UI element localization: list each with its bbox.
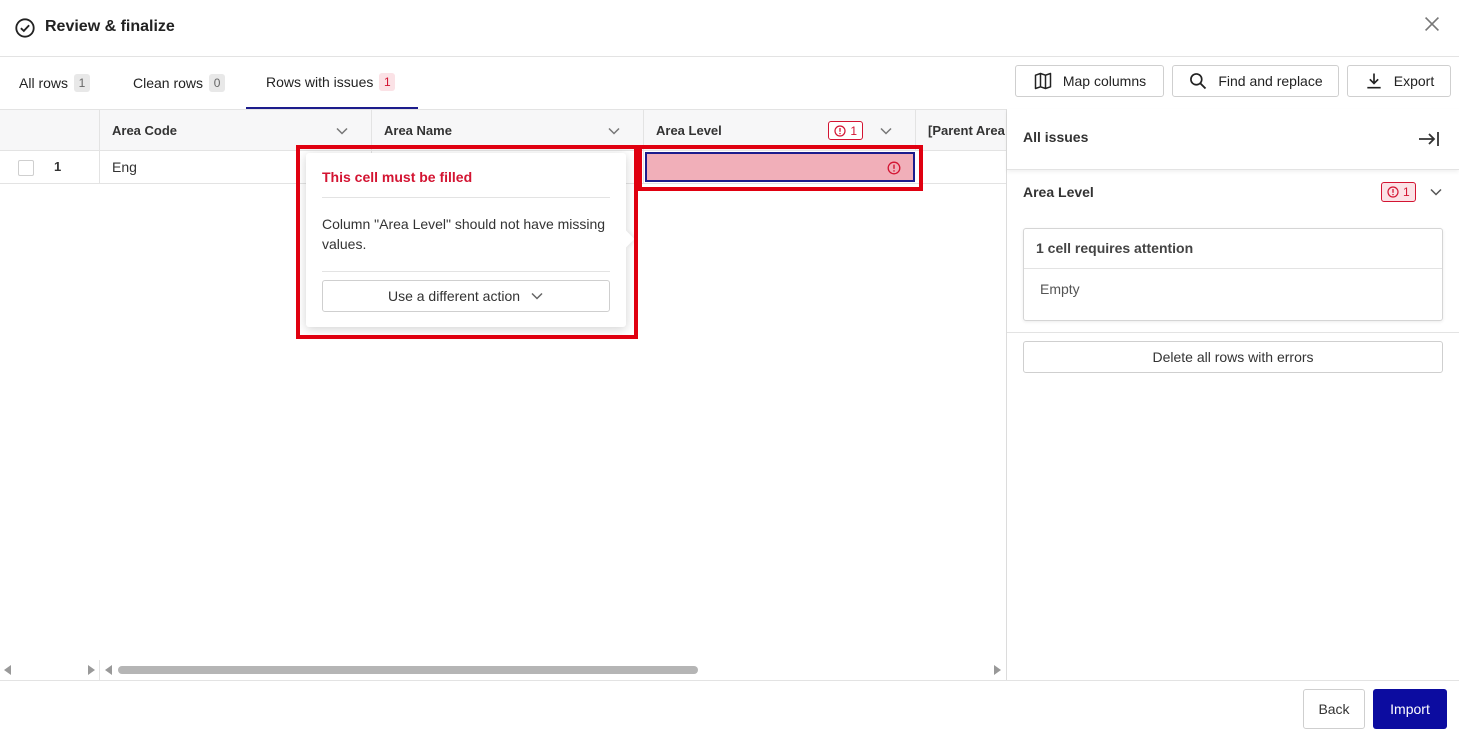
chevron-down-icon	[531, 292, 543, 300]
column-header-label: [Parent Area C	[928, 123, 1006, 138]
tab-bar: All rows 1 Clean rows 0 Rows with issues…	[0, 57, 1005, 109]
issue-card[interactable]: 1 cell requires attention Empty	[1023, 228, 1443, 321]
delete-error-rows-button[interactable]: Delete all rows with errors	[1023, 341, 1443, 373]
scrollbar-thumb[interactable]	[118, 666, 698, 674]
tab-count-badge: 1	[74, 74, 91, 92]
import-button[interactable]: Import	[1373, 689, 1447, 729]
scroll-right-arrow-icon[interactable]	[88, 665, 95, 675]
export-button[interactable]: Export	[1347, 65, 1451, 97]
export-label: Export	[1393, 73, 1435, 89]
column-header-label: Area Level	[656, 123, 722, 138]
back-button[interactable]: Back	[1303, 689, 1365, 729]
issues-panel-title: All issues	[1023, 129, 1089, 145]
column-error-count: 1	[850, 123, 857, 138]
column-header-area-code[interactable]: Area Code	[100, 110, 372, 151]
divider	[322, 197, 610, 198]
divider	[322, 271, 610, 272]
row-checkbox[interactable]	[18, 160, 34, 176]
row-select-cell: 1	[0, 151, 100, 183]
chevron-down-icon[interactable]	[335, 124, 349, 138]
issue-count: 1	[1403, 185, 1410, 199]
row-number: 1	[54, 159, 62, 174]
chevron-down-icon[interactable]	[879, 124, 893, 138]
error-icon	[1387, 186, 1399, 198]
issues-panel: All issues Area Level 1 1 cell requires …	[1007, 109, 1459, 680]
tab-label: Rows with issues	[266, 74, 374, 90]
dialog-title: Review & finalize	[45, 18, 175, 35]
header-select-column	[0, 110, 100, 151]
search-icon	[1190, 73, 1207, 90]
find-replace-button[interactable]: Find and replace	[1172, 65, 1339, 97]
column-header-label: Area Code	[112, 123, 178, 138]
cell-error-popover: This cell must be filled Column "Area Le…	[306, 153, 635, 327]
grid-header: Area Code Area Name Area Level 1 [Parent…	[0, 110, 1006, 151]
chevron-down-icon[interactable]	[1429, 185, 1443, 199]
error-icon	[834, 124, 846, 137]
chevron-down-icon[interactable]	[607, 124, 621, 138]
map-icon	[1034, 72, 1052, 90]
frozen-scroll-area	[0, 660, 100, 680]
tab-clean-rows[interactable]: Clean rows 0	[133, 57, 226, 109]
popover-message: Column "Area Level" should not have miss…	[322, 216, 606, 252]
download-icon	[1367, 73, 1381, 89]
action-label: Use a different action	[387, 288, 521, 304]
issue-count-badge: 1	[1381, 182, 1416, 202]
tab-label: Clean rows	[133, 75, 204, 91]
column-header-label: Area Name	[384, 123, 452, 138]
tab-label: All rows	[19, 75, 69, 91]
cell-area-level-error[interactable]	[645, 152, 915, 182]
check-circle-icon	[15, 18, 35, 38]
close-icon[interactable]	[1421, 13, 1443, 35]
scroll-left-arrow-icon[interactable]	[4, 665, 11, 675]
tab-count-badge: 1	[379, 73, 396, 91]
issues-panel-header: All issues	[1007, 109, 1459, 170]
map-columns-button[interactable]: Map columns	[1015, 65, 1164, 97]
find-replace-label: Find and replace	[1218, 73, 1323, 89]
issue-group-area-level: Area Level 1 1 cell requires attention E…	[1007, 171, 1459, 333]
tab-rows-with-issues[interactable]: Rows with issues 1	[246, 57, 418, 109]
map-columns-label: Map columns	[1062, 73, 1147, 89]
issue-card-value: Empty	[1040, 281, 1080, 297]
collapse-panel-icon[interactable]	[1417, 127, 1441, 151]
use-different-action-button[interactable]: Use a different action	[322, 280, 610, 312]
issue-card-title: 1 cell requires attention	[1036, 240, 1194, 256]
divider	[1024, 268, 1442, 269]
scroll-right-arrow-icon[interactable]	[994, 665, 1001, 675]
tab-all-rows[interactable]: All rows 1	[19, 57, 91, 109]
tab-count-badge: 0	[209, 74, 226, 92]
column-header-parent-area[interactable]: [Parent Area C	[916, 110, 1006, 151]
error-icon	[887, 161, 901, 175]
issue-group-title: Area Level	[1023, 184, 1094, 200]
horizontal-scrollbar[interactable]	[0, 660, 1007, 680]
dialog-header: Review & finalize	[0, 0, 1459, 57]
dialog-footer: Back Import	[0, 680, 1459, 734]
column-header-area-level[interactable]: Area Level 1	[644, 110, 916, 151]
popover-title: This cell must be filled	[322, 169, 473, 185]
column-header-area-name[interactable]: Area Name	[372, 110, 644, 151]
column-error-badge[interactable]: 1	[828, 121, 863, 140]
scroll-left-arrow-icon[interactable]	[105, 665, 112, 675]
